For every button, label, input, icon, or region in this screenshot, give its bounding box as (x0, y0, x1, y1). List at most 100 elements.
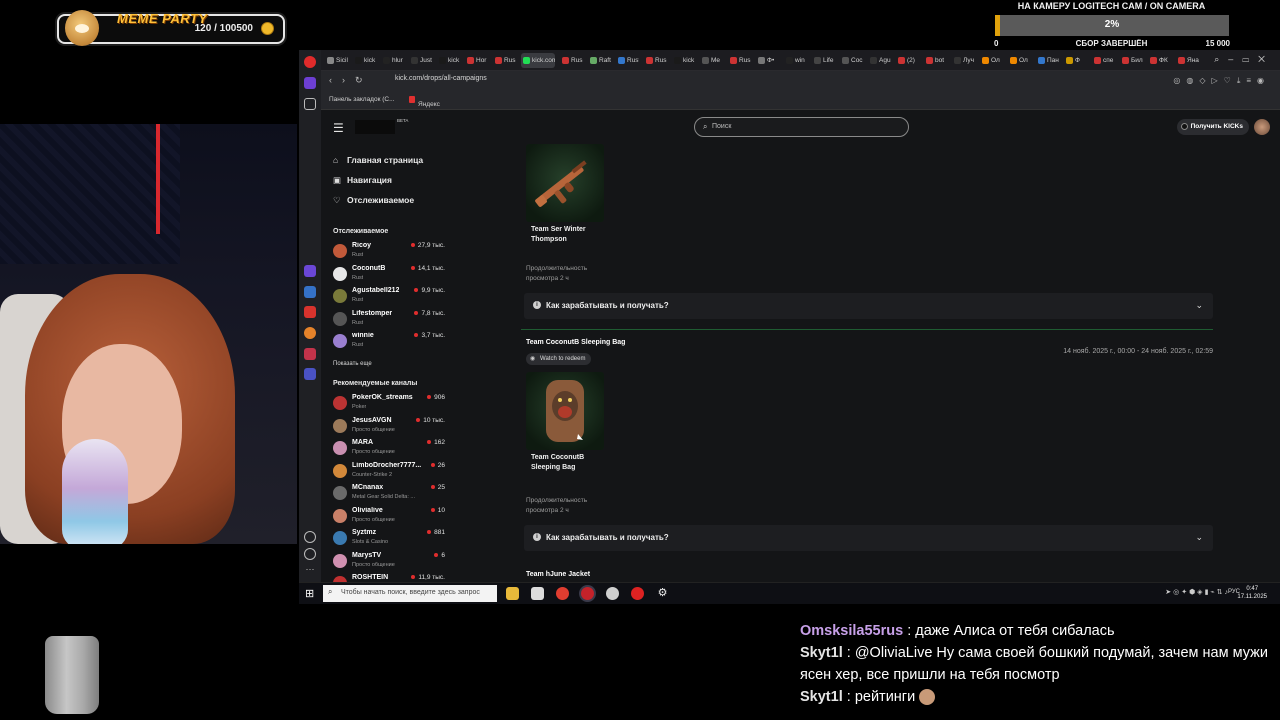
campaign-title: Team hJune Jacket (526, 571, 591, 578)
channel-item[interactable]: Olivialive Просто общение 10 (333, 506, 447, 528)
opera-logo-icon[interactable] (304, 56, 316, 68)
search-input[interactable]: ⌕ Поиск (694, 117, 909, 137)
browser-tab[interactable]: Rus (644, 53, 667, 68)
aria-icon[interactable] (304, 265, 316, 277)
taskbar-clock[interactable]: 0:47 17.11.2025 (1237, 585, 1267, 601)
browser-tab[interactable]: Rus (728, 53, 751, 68)
drop-item-card[interactable] (526, 372, 604, 450)
bookmark-folder[interactable]: Панель закладок (C... (329, 96, 395, 103)
channel-item[interactable]: MCnanax Metal Gear Solid Delta: ... 25 (333, 483, 447, 505)
browser-tab[interactable]: Ф (1064, 53, 1087, 68)
how-to-earn-accordion[interactable]: i Как зарабатывать и получать? ⌄ (524, 293, 1213, 319)
nav-following[interactable]: ♡ Отслеживаемое (333, 195, 414, 206)
channel-item[interactable]: LimboDrocher7777... Counter-Strike 2 26 (333, 461, 447, 483)
app-icon[interactable] (304, 348, 316, 360)
bookmark-icon[interactable] (304, 98, 316, 110)
channel-item[interactable]: JesusAVGN Просто общение 10 тыс. (333, 416, 447, 438)
home-icon[interactable] (304, 77, 316, 89)
browser-tab[interactable]: Ф• (756, 53, 779, 68)
nav-home[interactable]: ⌂ Главная страница (333, 155, 423, 165)
get-kicks-label: Получить KICKs (1190, 123, 1243, 130)
browser-tab[interactable]: Бил (1120, 53, 1143, 68)
show-more-link[interactable]: Показать еще (333, 361, 372, 367)
obs-icon[interactable] (631, 587, 644, 600)
browser-tab[interactable]: Life (812, 53, 835, 68)
yandex-icon[interactable] (304, 306, 316, 318)
channel-item[interactable]: Agustabell212 Rust 9,9 тыс. (333, 286, 447, 308)
tab-label: kick (683, 57, 695, 64)
vk-icon[interactable] (304, 286, 316, 298)
calendar-icon[interactable] (531, 587, 544, 600)
opera-icon[interactable] (581, 587, 594, 600)
channel-item[interactable]: Ricoy Rust 27,9 тыс. (333, 241, 447, 263)
channel-category: Rust (352, 319, 364, 326)
tab-label: Пан (1047, 57, 1059, 64)
browser-tab[interactable]: Me (700, 53, 723, 68)
url-field[interactable]: kick.com/drops/all-campaigns (395, 75, 487, 82)
browser-tab[interactable]: kick (672, 53, 695, 68)
more-icon[interactable]: ⋯ (304, 565, 316, 577)
history-icon[interactable] (304, 548, 316, 560)
user-avatar[interactable] (1254, 119, 1270, 135)
drop-item-name: Team Ser Winter Thompson (531, 226, 586, 243)
browser-tab[interactable]: Rust (616, 53, 639, 68)
system-tray-icons[interactable]: ➤◎✦⬢◈▮⌁⇅♪ (1165, 588, 1230, 596)
heart-icon[interactable] (304, 531, 316, 543)
channel-item[interactable]: Syztmz Slots & Casino 881 (333, 528, 447, 550)
how-to-earn-accordion[interactable]: i Как зарабатывать и получать? ⌄ (524, 525, 1213, 551)
browser-tab[interactable]: Coc (840, 53, 863, 68)
chat-text: рейтинги (854, 689, 916, 705)
channel-name: Syztmz (352, 529, 377, 536)
browser-tab[interactable]: (2) (896, 53, 919, 68)
drop-item-name: Team CoconutB Sleeping Bag (531, 454, 585, 471)
browser-tab[interactable]: Луч (952, 53, 975, 68)
channel-item[interactable]: MARA Просто общение 162 (333, 438, 447, 460)
browser-tab[interactable]: спе (1092, 53, 1115, 68)
browser-tab[interactable]: Rus (493, 53, 516, 68)
browser-tab[interactable]: kick (437, 53, 460, 68)
nav-browse[interactable]: ▣ Навигация (333, 175, 392, 186)
browser-tab[interactable]: Ол (980, 53, 1003, 68)
drop-item-card[interactable] (526, 144, 604, 222)
address-bar: ‹›↻ kick.com/drops/all-campaigns ◎◍◇▷♡⤓≡… (321, 71, 1280, 91)
window-controls[interactable]: ⌕‒▭✕ (1214, 54, 1274, 65)
browser-tab[interactable]: hlur (381, 53, 404, 68)
browser-tab[interactable]: Just (409, 53, 432, 68)
toolbar-icons[interactable]: ◎◍◇▷♡⤓≡◉ (1173, 76, 1270, 86)
channel-category: Просто общение (352, 449, 395, 455)
app-icon[interactable] (606, 587, 619, 600)
browser-tab[interactable]: Яна (1176, 53, 1199, 68)
discord-icon[interactable] (304, 368, 316, 380)
nav-buttons[interactable]: ‹›↻ (329, 75, 373, 86)
browser-tab[interactable]: Agu (868, 53, 891, 68)
browser-tab[interactable]: Rus (560, 53, 583, 68)
file-explorer-icon[interactable] (506, 587, 519, 600)
browser-tab[interactable]: Raft (588, 53, 611, 68)
windows-start-icon[interactable]: ⊞ (305, 587, 314, 600)
browser-tab[interactable]: bot (924, 53, 947, 68)
channel-item[interactable]: PokerOK_streams Poker 906 (333, 393, 447, 415)
tab-label: Agu (879, 57, 891, 64)
yandex-browser-icon[interactable] (556, 587, 569, 600)
menu-icon[interactable]: ☰ (333, 121, 344, 135)
channel-item[interactable]: MarysTV Просто общение 6 (333, 551, 447, 573)
settings-gear-icon[interactable]: ⚙ (656, 587, 669, 600)
tab-favicon-icon (1094, 57, 1101, 64)
browser-tab[interactable]: Sicil (325, 53, 348, 68)
browser-tab[interactable]: Пан (1036, 53, 1059, 68)
browser-tab[interactable]: ФК (1148, 53, 1171, 68)
kick-logo[interactable] (355, 120, 395, 134)
browser-tab[interactable]: kick (353, 53, 376, 68)
browser-tab[interactable]: win (784, 53, 807, 68)
get-kicks-button[interactable]: Получить KICKs (1176, 119, 1249, 135)
channel-item[interactable]: CoconutB Rust 14,1 тыс. (333, 264, 447, 286)
browser-tab[interactable]: Hor (465, 53, 488, 68)
taskbar-search-input[interactable]: ⌕ Чтобы начать поиск, введите здесь запр… (323, 585, 497, 602)
channel-item[interactable]: ROSHTEIN 11,9 тыс. (333, 573, 447, 582)
channel-item[interactable]: winnie Rust 3,7 тыс. (333, 331, 447, 353)
search-icon: ⌕ (703, 122, 708, 131)
browser-tab[interactable]: kick.com (521, 53, 555, 68)
channel-item[interactable]: Lifestomper Rust 7,8 тыс. (333, 309, 447, 331)
music-icon[interactable] (304, 327, 316, 339)
browser-tab[interactable]: Ол (1008, 53, 1031, 68)
